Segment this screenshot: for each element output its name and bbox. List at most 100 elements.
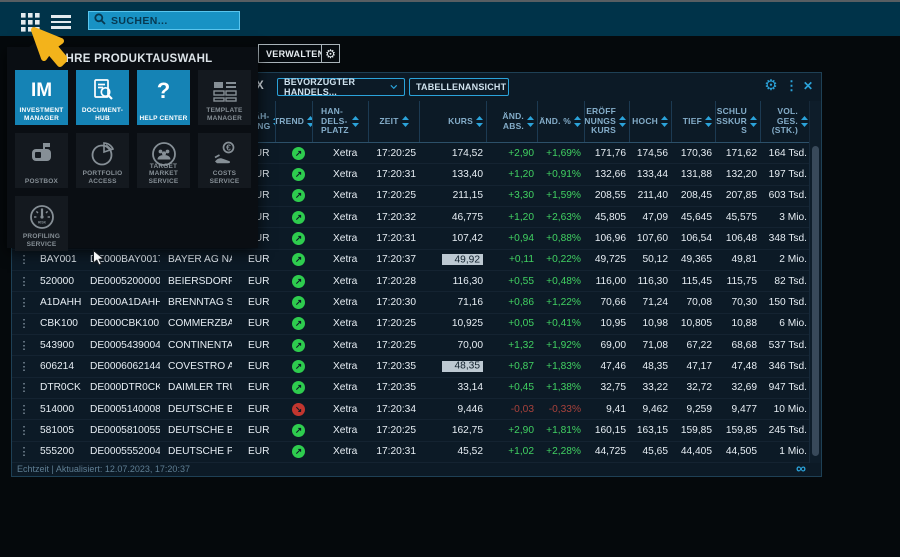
column-header-open[interactable]: ERÖFFNUNGSKURS: [585, 101, 630, 142]
table-row[interactable]: ⋮514000DE0005140008DEUTSCHE BA...EUR↘Xet…: [12, 399, 811, 420]
cell-wkn: 514000: [36, 404, 86, 415]
cell-change-pct: +1,92%: [538, 340, 585, 351]
table-row[interactable]: ⋮DTR0CKDE000DTR0CK8DAIMLER TRUC...EUR↗Xe…: [12, 378, 811, 399]
trend-up-icon: ↗: [276, 168, 313, 181]
cell-change-pct: +2,28%: [538, 446, 585, 457]
column-header-time[interactable]: ZEIT: [369, 101, 420, 142]
scrollbar-thumb[interactable]: [812, 146, 819, 456]
trend-up-icon: ↗: [276, 147, 313, 160]
cell-venue: Xetra: [313, 382, 369, 393]
cell-time: 17:20:31: [369, 446, 420, 457]
cell-close: 44,505: [716, 446, 761, 457]
cell-time: 17:20:25: [369, 148, 420, 159]
cell-open: 32,75: [585, 382, 630, 393]
column-header-price[interactable]: KURS: [420, 101, 487, 142]
table-row[interactable]: ⋮606214DE0006062144COVESTRO AG ...EUR↗Xe…: [12, 356, 811, 377]
trend-up-icon: ↗: [276, 381, 313, 394]
cell-volume: 6 Mio.: [761, 318, 811, 329]
hamburger-menu-icon[interactable]: [51, 15, 71, 29]
column-header-close[interactable]: SCHLUSSKURS: [716, 101, 761, 142]
cell-change-pct: +0,88%: [538, 233, 585, 244]
panel-close-icon[interactable]: ✕: [801, 79, 815, 93]
cell-close: 207,85: [716, 190, 761, 201]
row-menu-kebab-icon[interactable]: ⋮: [12, 275, 36, 288]
row-menu-kebab-icon[interactable]: ⋮: [12, 360, 36, 373]
cell-wkn: 555200: [36, 446, 86, 457]
table-row[interactable]: ⋮520000DE0005200000BEIERSDORF A...EUR↗Xe…: [12, 271, 811, 292]
tab-settings-gear-icon[interactable]: ⚙: [321, 44, 340, 63]
cell-high: 50,12: [630, 254, 672, 265]
launcher-tile-document-hub[interactable]: DOCUMENT-HUB: [76, 70, 129, 125]
table-row[interactable]: ⋮A1DAHHDE000A1DAHH0BRENNTAG SE ...EUR↗Xe…: [12, 292, 811, 313]
panel-settings-gear-icon[interactable]: ⚙: [762, 76, 780, 94]
trend-up-icon: ↗: [276, 253, 313, 266]
column-header-venue[interactable]: HAN-DELS-PLATZ: [313, 101, 369, 142]
preferred-venue-dropdown[interactable]: BEVORZUGTER HANDELS...: [277, 78, 405, 96]
row-menu-kebab-icon[interactable]: ⋮: [12, 296, 36, 309]
search-box[interactable]: [88, 11, 240, 30]
panel-more-kebab-icon[interactable]: ⋮: [785, 78, 797, 94]
cell-high: 71,24: [630, 297, 672, 308]
row-menu-kebab-icon[interactable]: ⋮: [12, 424, 36, 437]
search-input[interactable]: [111, 15, 234, 27]
row-menu-kebab-icon[interactable]: ⋮: [12, 403, 36, 416]
table-row[interactable]: ⋮BAY001DE000BAY0017BAYER AG NA O...EUR↗X…: [12, 250, 811, 271]
cell-isin: DE000DTR0CK8: [86, 382, 160, 393]
column-header-trend[interactable]: TREND: [276, 101, 313, 142]
cell-price: 211,15: [420, 190, 487, 201]
cell-isin: DE000CBK1001: [86, 318, 160, 329]
cell-change-pct: +1,81%: [538, 425, 585, 436]
cell-name: DEUTSCHE PO...: [160, 446, 232, 457]
cell-high: 116,30: [630, 276, 672, 287]
cell-venue: Xetra: [313, 340, 369, 351]
cell-low: 67,22: [672, 340, 716, 351]
cell-name: COMMERZBAN...: [160, 318, 232, 329]
table-row[interactable]: ⋮543900DE0005439004CONTINENTAL ...EUR↗Xe…: [12, 335, 811, 356]
cell-change-abs: +2,90: [487, 425, 538, 436]
row-menu-kebab-icon[interactable]: ⋮: [12, 445, 36, 458]
cell-venue: Xetra: [313, 212, 369, 223]
row-menu-kebab-icon[interactable]: ⋮: [12, 253, 36, 266]
cell-currency: EUR: [232, 318, 276, 329]
cell-venue: Xetra: [313, 148, 369, 159]
cell-high: 45,65: [630, 446, 672, 457]
table-row[interactable]: ⋮581005DE0005810055DEUTSCHE BO...EUR↗Xet…: [12, 420, 811, 441]
cell-isin: DE0005552004: [86, 446, 160, 457]
row-menu-kebab-icon[interactable]: ⋮: [12, 339, 36, 352]
table-view-dropdown[interactable]: TABELLENANSICHT: [409, 78, 509, 96]
row-menu-kebab-icon[interactable]: ⋮: [12, 381, 36, 394]
cell-time: 17:20:37: [369, 254, 420, 265]
cell-volume: 245 Tsd.: [761, 425, 811, 436]
column-header-high[interactable]: HOCH: [630, 101, 672, 142]
tile-label: HELP CENTER: [140, 115, 188, 123]
column-header-chg-pct[interactable]: ÄND. %: [538, 101, 585, 142]
launcher-title: IHRE PRODUKTAUSWAHL: [62, 53, 213, 65]
cell-high: 133,44: [630, 169, 672, 180]
launcher-tile-help-center[interactable]: ?HELP CENTER: [137, 70, 190, 125]
column-header-low[interactable]: TIEF: [672, 101, 716, 142]
column-header-volume[interactable]: VOL.GES.(STK.): [761, 101, 811, 142]
launcher-tile-investment-manager[interactable]: IMINVESTMENT MANAGER: [15, 70, 68, 125]
cell-change-pct: +1,38%: [538, 382, 585, 393]
infinity-icon[interactable]: ∞: [796, 460, 805, 476]
application-window: VERWALTEN ⚙ X BEVORZUGTER HANDELS... TAB…: [0, 0, 900, 557]
trend-up-icon: ↗: [276, 317, 313, 330]
launcher-tile-portfolio-access[interactable]: PORTFOLIO ACCESS: [76, 133, 129, 188]
cell-low: 10,805: [672, 318, 716, 329]
table-row[interactable]: ⋮555200DE0005552004DEUTSCHE PO...EUR↗Xet…: [12, 442, 811, 463]
cell-time: 17:20:31: [369, 233, 420, 244]
euro-hand-icon: €: [198, 135, 251, 172]
app-launcher-grid-icon[interactable]: [21, 13, 40, 32]
table-row[interactable]: ⋮CBK100DE000CBK1001COMMERZBAN...EUR↗Xetr…: [12, 314, 811, 335]
cell-change-abs: +2,90: [487, 148, 538, 159]
launcher-tile-target-market-service[interactable]: TARGET MARKET SERVICE: [137, 133, 190, 188]
cell-volume: 537 Tsd.: [761, 340, 811, 351]
cell-time: 17:20:25: [369, 318, 420, 329]
row-menu-kebab-icon[interactable]: ⋮: [12, 317, 36, 330]
launcher-tile-postbox[interactable]: POSTBOX: [15, 133, 68, 188]
launcher-tile-profiling-service[interactable]: RISKPROFILING SERVICE: [15, 196, 68, 251]
cell-venue: Xetra: [313, 318, 369, 329]
column-header-chg-abs[interactable]: ÄND.ABS.: [487, 101, 538, 142]
launcher-tile-costs-service[interactable]: €COSTS SERVICE: [198, 133, 251, 188]
launcher-tile-template-manager[interactable]: TEMPLATE MANAGER: [198, 70, 251, 125]
